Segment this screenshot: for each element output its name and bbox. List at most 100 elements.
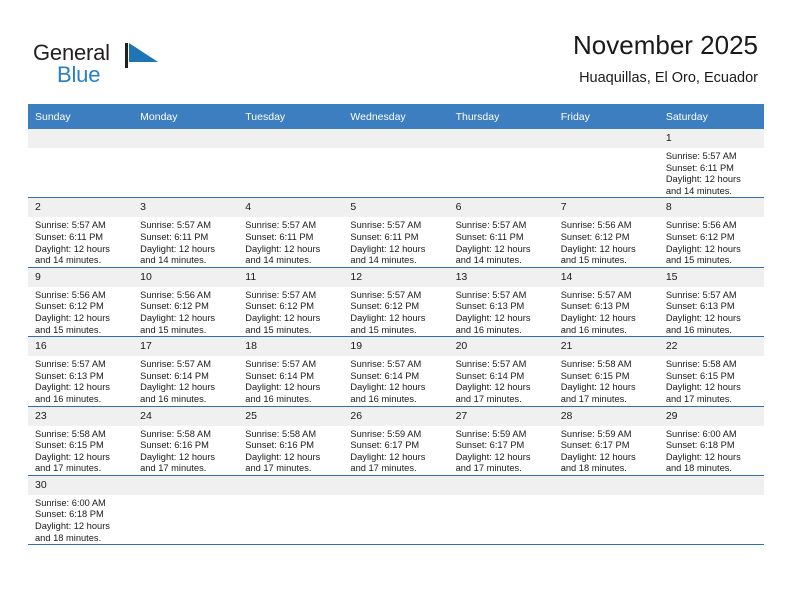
day-number: 3 — [133, 198, 239, 218]
day-number — [448, 129, 554, 148]
day-details: Sunrise: 5:58 AM Sunset: 6:16 PM Daylight:… — [133, 426, 238, 475]
daylight-duration-line1: Daylight: 12 hours — [665, 243, 741, 254]
sunset-time: Sunset: 6:11 PM — [350, 231, 419, 242]
page-title: November 2025 — [573, 30, 758, 60]
day-number: 13 — [448, 267, 554, 287]
daylight-duration-line2: and 16 minutes. — [455, 324, 522, 335]
sunrise-time: Sunrise: 5:57 AM — [665, 289, 737, 300]
calendar-day-cell[interactable]: 5 Sunrise: 5:57 AM Sunset: 6:11 PM Daylight… — [343, 197, 449, 268]
calendar-day-cell[interactable]: 14 Sunrise: 5:57 AM Sunset: 6:13 PM Dayligh… — [553, 267, 659, 338]
daylight-duration-line2: and 18 minutes. — [665, 463, 732, 474]
calendar-day-cell[interactable]: 1 Sunrise: 5:57 AM Sunset: 6:11 PM Daylight… — [658, 129, 764, 199]
calendar-day-cell[interactable]: 19 Sunrise: 5:57 AM Sunset: 6:14 PM Dayligh… — [343, 336, 449, 407]
calendar-day-cell[interactable]: 20 Sunrise: 5:57 AM Sunset: 6:14 PM Dayligh… — [448, 336, 554, 407]
day-details: Sunrise: 5:57 AM Sunset: 6:13 PM Daylight:… — [449, 287, 554, 336]
calendar-day-cell[interactable]: 6 Sunrise: 5:57 AM Sunset: 6:11 PM Daylight… — [448, 197, 554, 268]
day-number: 6 — [448, 198, 554, 218]
calendar-day-cell-empty — [28, 129, 134, 199]
weekday-header-saturday: Saturday — [658, 104, 764, 129]
day-details: Sunrise: 5:56 AM Sunset: 6:12 PM Daylight:… — [133, 287, 238, 336]
day-number: 26 — [343, 406, 449, 426]
calendar-week-row: 9 Sunrise: 5:56 AM Sunset: 6:12 PM Daylight… — [28, 267, 764, 338]
calendar-day-cell[interactable]: 22 Sunrise: 5:58 AM Sunset: 6:15 PM Dayligh… — [658, 336, 764, 407]
calendar-day-cell[interactable]: 29 Sunrise: 6:00 AM Sunset: 6:18 PM Dayligh… — [658, 406, 764, 476]
daylight-duration-line2: and 16 minutes. — [245, 393, 312, 404]
calendar-day-cell[interactable]: 9 Sunrise: 5:56 AM Sunset: 6:12 PM Daylight… — [28, 267, 134, 338]
calendar-day-cell[interactable]: 27 Sunrise: 5:59 AM Sunset: 6:17 PM Dayligh… — [448, 406, 554, 476]
sunrise-time: Sunrise: 5:57 AM — [350, 220, 422, 231]
day-number: 28 — [553, 406, 659, 426]
calendar-day-cell[interactable]: 25 Sunrise: 5:58 AM Sunset: 6:16 PM Dayligh… — [238, 406, 344, 476]
daylight-duration-line2: and 17 minutes. — [140, 463, 207, 474]
calendar-day-cell[interactable]: 16 Sunrise: 5:57 AM Sunset: 6:13 PM Dayligh… — [28, 336, 134, 407]
sunset-time: Sunset: 6:18 PM — [665, 440, 735, 451]
day-number — [343, 475, 449, 495]
calendar-day-cell[interactable]: 2 Sunrise: 5:57 AM Sunset: 6:11 PM Daylight… — [28, 197, 134, 268]
daylight-duration-line2: and 15 minutes. — [245, 324, 312, 335]
calendar-day-cell[interactable]: 30 Sunrise: 6:00 AM Sunset: 6:18 PM Dayligh… — [28, 475, 134, 546]
calendar-day-cell[interactable]: 13 Sunrise: 5:57 AM Sunset: 6:13 PM Dayligh… — [448, 267, 554, 338]
calendar-day-cell[interactable]: 28 Sunrise: 5:59 AM Sunset: 6:17 PM Dayligh… — [553, 406, 659, 476]
day-details: Sunrise: 5:57 AM Sunset: 6:13 PM Daylight:… — [659, 287, 764, 336]
calendar-day-cell[interactable]: 11 Sunrise: 5:57 AM Sunset: 6:12 PM Dayligh… — [238, 267, 344, 338]
calendar-day-cell[interactable]: 10 Sunrise: 5:56 AM Sunset: 6:12 PM Dayligh… — [133, 267, 239, 338]
calendar-day-cell[interactable]: 26 Sunrise: 5:59 AM Sunset: 6:17 PM Dayligh… — [343, 406, 449, 476]
day-details: Sunrise: 5:57 AM Sunset: 6:14 PM Daylight:… — [343, 356, 448, 405]
daylight-duration-line1: Daylight: 12 hours — [455, 312, 531, 323]
day-number: 7 — [553, 198, 659, 218]
day-number: 29 — [658, 406, 764, 426]
day-number: 30 — [28, 475, 134, 495]
daylight-duration-line2: and 15 minutes. — [665, 255, 732, 266]
calendar-day-cell[interactable]: 23 Sunrise: 5:58 AM Sunset: 6:15 PM Dayligh… — [28, 406, 134, 476]
calendar-day-cell[interactable]: 24 Sunrise: 5:58 AM Sunset: 6:16 PM Dayligh… — [133, 406, 239, 476]
daylight-duration-line2: and 17 minutes. — [35, 463, 102, 474]
sunset-time: Sunset: 6:14 PM — [350, 370, 420, 381]
sunset-time: Sunset: 6:13 PM — [560, 301, 630, 312]
sunset-time: Sunset: 6:13 PM — [455, 301, 525, 312]
calendar-day-cell-empty — [658, 475, 764, 546]
day-number: 23 — [28, 406, 134, 426]
day-number: 16 — [28, 337, 134, 357]
day-number: 19 — [343, 337, 449, 357]
daylight-duration-line1: Daylight: 12 hours — [35, 312, 110, 323]
daylight-duration-line1: Daylight: 12 hours — [245, 451, 321, 462]
calendar-day-cell[interactable]: 17 Sunrise: 5:57 AM Sunset: 6:14 PM Dayligh… — [133, 336, 239, 407]
calendar-day-cell[interactable]: 18 Sunrise: 5:57 AM Sunset: 6:14 PM Dayligh… — [238, 336, 344, 407]
day-number — [238, 475, 344, 495]
calendar-day-cell-empty — [553, 475, 659, 546]
day-details: Sunrise: 5:57 AM Sunset: 6:14 PM Daylight:… — [133, 356, 238, 405]
day-details: Sunrise: 5:56 AM Sunset: 6:12 PM Daylight:… — [659, 217, 764, 266]
day-number: 22 — [658, 337, 764, 357]
sunrise-time: Sunrise: 5:56 AM — [35, 289, 106, 300]
sunrise-time: Sunrise: 5:57 AM — [350, 359, 422, 370]
daylight-duration-line1: Daylight: 12 hours — [245, 312, 321, 323]
sunset-time: Sunset: 6:17 PM — [350, 440, 420, 451]
sunrise-time: Sunrise: 6:00 AM — [35, 497, 106, 508]
daylight-duration-line2: and 17 minutes. — [560, 393, 627, 404]
weekday-header-sunday: Sunday — [28, 104, 134, 129]
day-number: 12 — [343, 267, 449, 287]
calendar-day-cell[interactable]: 3 Sunrise: 5:57 AM Sunset: 6:11 PM Daylight… — [133, 197, 239, 268]
calendar-day-cell[interactable]: 15 Sunrise: 5:57 AM Sunset: 6:13 PM Dayligh… — [658, 267, 764, 338]
daylight-duration-line2: and 15 minutes. — [35, 324, 102, 335]
sunrise-time: Sunrise: 5:57 AM — [455, 359, 527, 370]
day-number — [133, 129, 239, 148]
day-details: Sunrise: 5:59 AM Sunset: 6:17 PM Daylight:… — [343, 426, 448, 475]
weekday-header-row: Sunday Monday Tuesday Wednesday Thursday… — [28, 104, 764, 129]
day-number: 4 — [238, 198, 344, 218]
calendar-day-cell-empty — [238, 475, 344, 546]
day-number: 25 — [238, 406, 344, 426]
sunset-time: Sunset: 6:14 PM — [245, 370, 315, 381]
day-number — [238, 129, 344, 148]
day-number — [343, 129, 449, 148]
daylight-duration-line1: Daylight: 12 hours — [455, 451, 531, 462]
calendar-day-cell[interactable]: 4 Sunrise: 5:57 AM Sunset: 6:11 PM Daylight… — [238, 197, 344, 268]
sunrise-time: Sunrise: 5:57 AM — [35, 359, 106, 370]
calendar-day-cell-empty — [553, 129, 659, 199]
calendar-day-cell[interactable]: 21 Sunrise: 5:58 AM Sunset: 6:15 PM Dayligh… — [553, 336, 659, 407]
calendar-day-cell[interactable]: 7 Sunrise: 5:56 AM Sunset: 6:12 PM Daylight… — [553, 197, 659, 268]
calendar-day-cell[interactable]: 8 Sunrise: 5:56 AM Sunset: 6:12 PM Daylight… — [658, 197, 764, 268]
sunrise-time: Sunrise: 5:57 AM — [245, 220, 317, 231]
calendar-day-cell[interactable]: 12 Sunrise: 5:57 AM Sunset: 6:12 PM Dayligh… — [343, 267, 449, 338]
day-details: Sunrise: 5:57 AM Sunset: 6:11 PM Daylight:… — [449, 217, 554, 266]
